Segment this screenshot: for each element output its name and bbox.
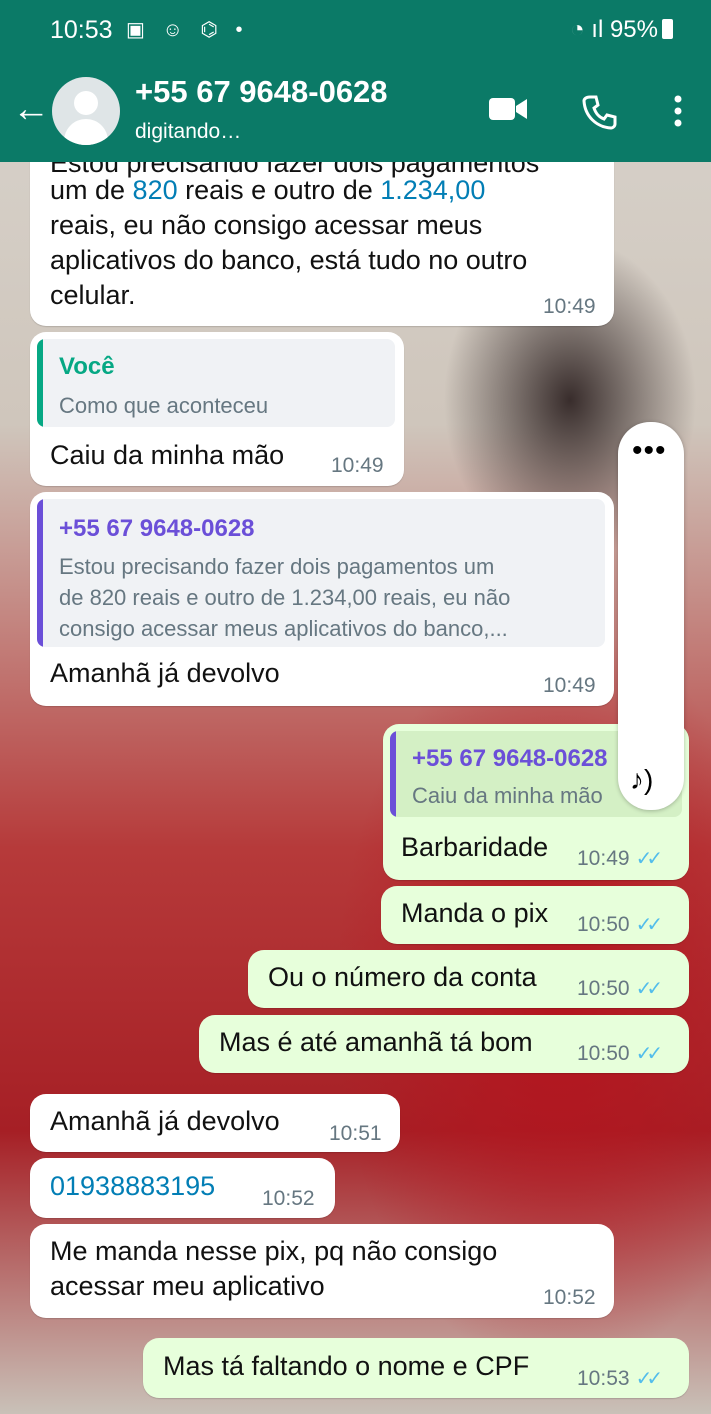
message-text-line: aplicativos do banco, está tudo no outro xyxy=(50,245,528,275)
message-outgoing[interactable]: Mas é até amanhã tá bom 10:50 ✓✓ xyxy=(199,1015,689,1073)
message-text: Ou o número da conta xyxy=(268,962,537,992)
message-outgoing[interactable]: Manda o pix 10:50 ✓✓ xyxy=(381,886,689,944)
number-link[interactable]: 820 xyxy=(133,175,178,205)
message-text-line: acessar meu aplicativo xyxy=(50,1271,325,1301)
avatar[interactable] xyxy=(52,77,120,145)
message-text: Manda o pix xyxy=(401,898,549,928)
message-text: Barbaridade xyxy=(401,832,549,862)
message-incoming[interactable]: 01938883195 10:52 xyxy=(30,1158,335,1218)
message-time: 10:52 xyxy=(543,1286,596,1309)
message-incoming[interactable]: Amanhã já devolvo 10:51 xyxy=(30,1094,400,1152)
notification-icons: ▣ ☺ ⌬ • xyxy=(126,19,249,41)
message-time: 10:49 ✓✓ xyxy=(577,847,663,870)
status-time: 10:53 xyxy=(50,16,113,44)
quoted-message[interactable]: Você Como que aconteceu xyxy=(37,339,395,427)
contact-name[interactable]: +55 67 9648-0628 xyxy=(135,74,388,110)
read-ticks-icon: ✓✓ xyxy=(635,914,663,936)
status-bar: 10:53 ▣ ☺ ⌬ • ◔ ıl 95% xyxy=(0,0,711,62)
message-time: 10:49 xyxy=(331,454,384,477)
message-text: Amanhã já devolvo xyxy=(50,658,280,688)
message-incoming[interactable]: Me manda nesse pix, pq não consigo acess… xyxy=(30,1224,614,1318)
read-ticks-icon: ✓✓ xyxy=(635,848,663,870)
quote-text: de 820 reais e outro de 1.234,00 reais, … xyxy=(59,585,511,610)
message-time: 10:49 xyxy=(543,295,596,318)
quote-author: Você xyxy=(59,353,115,380)
message-outgoing[interactable]: Ou o número da conta 10:50 ✓✓ xyxy=(248,950,689,1008)
quote-text: Estou precisando fazer dois pagamentos u… xyxy=(59,554,495,579)
quote-author: +55 67 9648-0628 xyxy=(59,515,255,542)
message-text: Amanhã já devolvo xyxy=(50,1106,280,1136)
quote-text: Caiu da minha mão xyxy=(412,783,603,808)
wifi-signal-icon: ◔ ıl xyxy=(570,16,610,43)
message-text: Caiu da minha mão xyxy=(50,440,285,470)
audio-note-icon[interactable]: ♪) xyxy=(630,764,653,796)
message-time: 10:51 xyxy=(329,1122,382,1145)
chat-header: ← +55 67 9648-0628 digitando… xyxy=(0,62,711,162)
message-text: Mas tá faltando o nome e CPF xyxy=(163,1351,530,1381)
message-text-line: Me manda nesse pix, pq não consigo xyxy=(50,1236,498,1266)
quote-text: Como que aconteceu xyxy=(59,393,269,418)
typing-status: digitando… xyxy=(135,120,242,143)
number-link[interactable]: 1.234,00 xyxy=(380,175,485,205)
battery-icon xyxy=(662,19,673,39)
message-time: 10:53 ✓✓ xyxy=(577,1367,663,1390)
voice-call-icon[interactable] xyxy=(582,94,618,130)
quote-author: +55 67 9648-0628 xyxy=(412,745,608,772)
battery-percent: 95% xyxy=(609,16,658,43)
message-outgoing[interactable]: Mas tá faltando o nome e CPF 10:53 ✓✓ xyxy=(143,1338,689,1398)
account-number-link[interactable]: 01938883195 xyxy=(50,1169,215,1203)
quote-text: consigo acessar meus aplicativos do banc… xyxy=(59,616,508,641)
message-time: 10:52 xyxy=(262,1187,315,1210)
floating-media-panel[interactable]: ••• ♪) xyxy=(618,422,684,810)
read-ticks-icon: ✓✓ xyxy=(635,1368,663,1390)
message-time: 10:50 ✓✓ xyxy=(577,1042,663,1065)
read-ticks-icon: ✓✓ xyxy=(635,1043,663,1065)
more-dots-icon[interactable]: ••• xyxy=(632,434,667,468)
more-options-icon[interactable] xyxy=(672,94,684,128)
message-incoming[interactable]: Você Como que aconteceu Caiu da minha mã… xyxy=(30,332,404,486)
message-text: Mas é até amanhã tá bom xyxy=(219,1027,533,1057)
message-incoming[interactable]: +55 67 9648-0628 Estou precisando fazer … xyxy=(30,492,614,706)
message-time: 10:50 ✓✓ xyxy=(577,977,663,1000)
message-text-line: reais, eu não consigo acessar meus xyxy=(50,210,483,240)
video-call-icon[interactable] xyxy=(488,94,528,124)
quoted-message[interactable]: +55 67 9648-0628 Estou precisando fazer … xyxy=(37,499,605,647)
read-ticks-icon: ✓✓ xyxy=(635,978,663,1000)
message-text-line: um de 820 reais e outro de 1.234,00 xyxy=(50,175,486,205)
message-time: 10:49 xyxy=(543,674,596,697)
message-text-line: celular. xyxy=(50,280,136,310)
back-arrow-icon[interactable]: ← xyxy=(12,90,50,128)
status-right: ◔ ıl 95% xyxy=(570,16,673,44)
message-time: 10:50 ✓✓ xyxy=(577,913,663,936)
